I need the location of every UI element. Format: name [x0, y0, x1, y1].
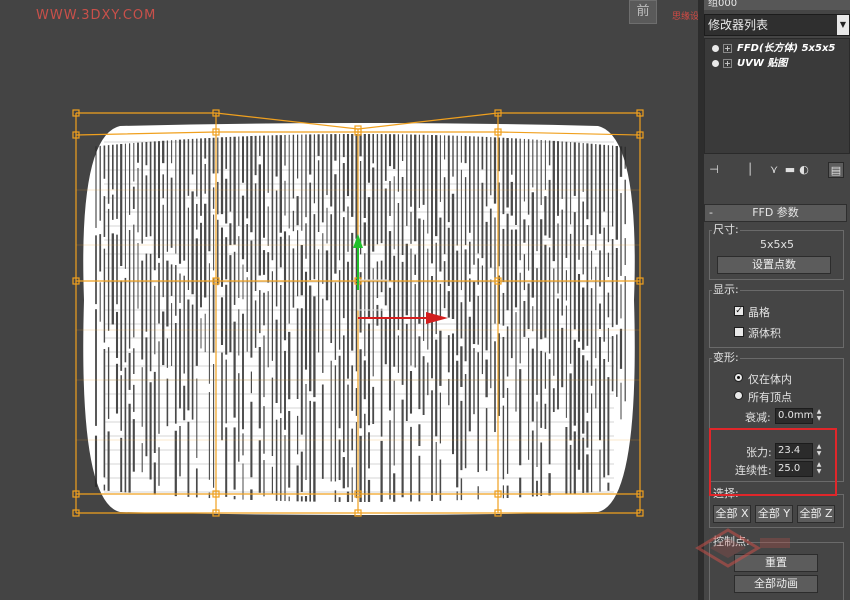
rollout-ffd-params[interactable]: - FFD 参数	[704, 204, 847, 222]
stack-item-ffd[interactable]: + FFD(长方体) 5x5x5	[709, 42, 849, 56]
stack-toolbar: ⊣ │ ⋎ ▬ ◐ ▤	[704, 160, 850, 182]
rollout-title: FFD 参数	[752, 206, 799, 219]
lightbulb-icon[interactable]	[712, 60, 719, 67]
stack-item-label: FFD(长方体) 5x5x5	[737, 43, 836, 54]
source-volume-checkbox[interactable]	[734, 327, 744, 337]
show-end-result-icon[interactable]: │	[742, 162, 758, 178]
stack-item-label: UVW 贴图	[737, 58, 788, 69]
object-name-field[interactable]: 组000	[704, 0, 850, 10]
expand-icon[interactable]: +	[723, 44, 732, 53]
all-vertices-radio[interactable]	[734, 391, 743, 400]
dimension-value: 5x5x5	[760, 238, 795, 251]
group-title-display: 显示:	[712, 283, 740, 296]
source-volume-label: 源体积	[748, 327, 781, 340]
stack-item-uvw[interactable]: + UVW 贴图	[709, 57, 849, 71]
chevron-down-icon[interactable]: ▼	[837, 15, 849, 35]
group-title-dimensions: 尺寸:	[712, 223, 740, 236]
watermark-text: WWW.3DXY.COM	[36, 8, 157, 23]
lightbulb-icon[interactable]	[712, 45, 719, 52]
modifier-list-dropdown[interactable]: 修改器列表 ▼	[704, 14, 850, 36]
modifier-stack[interactable]: + FFD(长方体) 5x5x5 + UVW 贴图	[704, 38, 850, 154]
inside-only-label: 仅在体内	[748, 373, 792, 386]
collapse-icon: -	[709, 206, 713, 219]
view-label-tab[interactable]: 前	[629, 0, 657, 24]
all-vertices-label: 所有顶点	[748, 391, 792, 404]
highlight-box	[709, 428, 837, 496]
front-viewport[interactable]: WWW.3DXY.COM 前 思缘设计论坛 WWW.MISSYUAN.COM	[0, 0, 698, 600]
logo-watermark-icon	[695, 528, 790, 568]
set-points-button[interactable]: 设置点数	[717, 256, 831, 274]
pin-stack-icon[interactable]: ⊣	[706, 162, 722, 178]
ffd-scene	[72, 109, 644, 517]
group-title-deform: 变形:	[712, 351, 740, 364]
inside-only-radio[interactable]	[734, 373, 743, 382]
make-unique-icon[interactable]: ⋎	[766, 162, 782, 178]
expand-icon[interactable]: +	[723, 59, 732, 68]
configure-modifier-sets-icon[interactable]: ▤	[828, 162, 844, 178]
falloff-spinner-icon[interactable]: ▲ ▼	[814, 408, 824, 424]
lattice-label: 晶格	[748, 306, 770, 319]
configure-sets-icon[interactable]: ◐	[796, 162, 812, 178]
modifier-list-label: 修改器列表	[708, 18, 769, 32]
falloff-input[interactable]: 0.0mm	[775, 408, 813, 424]
lattice-checkbox[interactable]: ✓	[734, 306, 744, 316]
falloff-label: 衰减:	[745, 411, 771, 424]
select-all-z-button[interactable]: 全部 Z	[797, 505, 835, 523]
watermark-site: 思缘设计论坛 WWW.MISSYUAN.COM	[672, 12, 698, 22]
